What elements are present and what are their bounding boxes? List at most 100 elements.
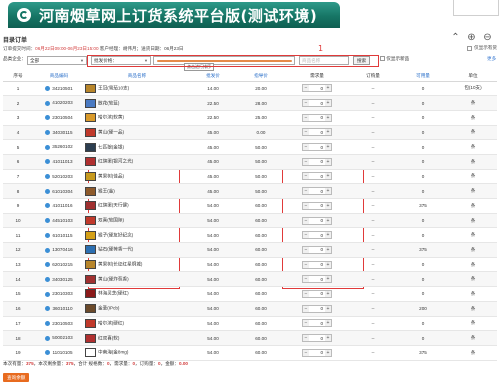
product-thumbnail-icon[interactable] [85,157,96,167]
table-row[interactable]: 7 52010203 黄果树(佳品) 45.00 50.00−0 + -- 0 条 [3,169,497,185]
row-name[interactable]: 金圣(IPcb) [85,301,189,317]
plus-icon[interactable]: + [325,349,331,356]
product-thumbnail-icon[interactable] [85,289,96,299]
quantity-stepper[interactable]: −0 + [302,304,332,313]
row-name[interactable]: 哈尔滨(软黄) [85,110,189,126]
table-row[interactable]: 4 34030115 黄山(硬一品) 45.00 0.00−0 + -- 0 条 [3,125,497,141]
quantity-value[interactable]: 0 [309,159,325,164]
plus-icon[interactable]: + [325,217,331,224]
quantity-value[interactable]: 0 [309,203,325,208]
row-name[interactable]: 黄山(硬炸苞香) [85,271,189,288]
col-header-available[interactable]: 可用量 [397,72,449,82]
row-name-text[interactable]: 双喜(软国际) [98,218,124,223]
row-name[interactable]: 七匹狼(金银) [85,139,189,155]
row-name[interactable]: 黄果树(长征红星炯城) [85,257,189,273]
plus-icon[interactable]: + [325,173,331,180]
row-name[interactable]: 双喜(软国际) [85,213,189,229]
col-header-price[interactable]: 批发价 [189,72,237,82]
quantity-stepper[interactable]: −0 + [302,113,332,122]
plus-icon[interactable]: + [325,276,331,283]
table-row[interactable]: 13 62010215 黄果树(长征红星炯城) 54.00 60.00−0 + -- 0 条 [3,257,497,273]
col-header-no[interactable]: 序号 [3,72,33,82]
col-header-order[interactable]: 订购量 [349,72,397,82]
plus-icon[interactable]: + [325,114,331,121]
row-name-text[interactable]: 林海灵芝(硬红) [98,291,129,296]
product-thumbnail-icon[interactable] [85,304,96,314]
table-row[interactable]: 19 11010105 中南海(金8mg) 54.00 60.00 −0 + -- 375 条 [3,345,497,361]
quantity-value[interactable]: 0 [309,145,325,150]
table-row[interactable]: 17 23010503 哈尔滨(硬红) 54.00 60.00−0 + -- 0 条 [3,316,497,332]
plus-icon[interactable]: + [325,305,331,312]
quantity-value[interactable]: 0 [309,277,325,282]
product-thumbnail-icon[interactable] [85,142,96,152]
product-thumbnail-icon[interactable] [85,171,96,181]
category-select[interactable]: 全部 ▼ [27,56,87,65]
table-row[interactable]: 18 50002103 红双喜(软) 54.00 60.00−0 + -- 0 条 [3,330,497,346]
quantity-stepper[interactable]: −0 + [302,187,332,196]
table-row[interactable]: 8 61010304 猴王(金) 45.00 50.00−0 + -- 0 条 [3,183,497,199]
plus-icon[interactable]: + [325,85,331,92]
row-name-text[interactable]: 黄山(硬一品) [98,130,124,135]
row-name-text[interactable]: 钻石(硬荷香一代) [98,247,133,252]
table-row[interactable]: 9 41011016 红旗渠(天行健) 54.00 60.00 −0 + -- 375 条 [3,198,497,214]
row-name-text[interactable]: 金圣(IPcb) [98,306,119,311]
row-name-text[interactable]: 红旗渠(银河之光) [98,159,133,164]
row-name-text[interactable]: 王冠(雪茄10支) [98,86,129,91]
table-row[interactable]: 10 44510103 双喜(软国际) 54.00 60.00−0 + -- 0 条 [3,213,497,229]
quantity-stepper[interactable]: −0 + [302,84,332,93]
table-row[interactable]: 1 34210501 王冠(雪茄10支) 14.00 20.00−0 + -- 0 包(10支) [3,81,497,97]
more-link[interactable]: 更多 [487,56,496,62]
show-available-toggle[interactable]: 仅显示有货 [467,45,497,51]
row-name[interactable]: 哈尔滨(硬红) [85,316,189,332]
product-thumbnail-icon[interactable] [85,230,96,240]
query-balance-button[interactable]: 查询余额 [3,373,30,382]
row-name[interactable]: 猴王(金) [85,183,189,199]
zoom-in-icon[interactable]: ⊕ [466,32,477,43]
quantity-value[interactable]: 0 [309,130,325,135]
product-thumbnail-icon[interactable] [85,201,96,211]
quantity-stepper[interactable]: −0 + [302,334,332,343]
quantity-value[interactable]: 0 [309,350,325,355]
plus-icon[interactable]: + [325,246,331,253]
show-available-checkbox[interactable] [467,45,473,51]
table-row[interactable]: 11 61010115 猴子(硬友好纪念) 54.00 60.00−0 + -- 0 条 [3,227,497,244]
row-name-text[interactable]: 黄果树(佳品) [98,174,124,179]
row-name[interactable]: 散花(软蓝) [85,95,189,111]
product-thumbnail-icon[interactable] [85,260,96,270]
quantity-value[interactable]: 0 [309,86,325,91]
col-header-name[interactable]: 商品名称 [85,72,189,82]
row-name[interactable]: 红旗渠(银河之光) [85,154,189,170]
quantity-stepper[interactable]: −0 + [302,319,332,328]
row-name-text[interactable]: 猴子(硬友好纪念) [98,232,133,237]
quantity-value[interactable]: 0 [309,321,325,326]
quantity-stepper[interactable]: −0 + [302,201,332,210]
quantity-stepper[interactable]: −0 + [302,348,332,357]
col-header-unit[interactable]: 单位 [449,72,497,82]
product-thumbnail-icon[interactable] [85,113,96,123]
table-row[interactable]: 6 41011013 红旗渠(银河之光) 45.00 50.00−0 + -- 0 条 [3,154,497,170]
table-row[interactable]: 3 23010504 哈尔滨(软黄) 22.50 25.00−0 + -- 0 条 [3,110,497,126]
table-row[interactable]: 14 34030125 黄山(硬炸苞香) 54.00 60.00−0 + -- 0 条 [3,271,497,288]
row-name-text[interactable]: 黄果树(长征红星炯城) [98,262,142,267]
table-row[interactable]: 5 35260102 七匹狼(金银) 45.00 50.00−0 + -- 0 条 [3,139,497,155]
quantity-stepper[interactable]: −0 + [302,157,332,166]
product-thumbnail-icon[interactable] [85,127,96,137]
new-only-toggle[interactable]: 仅显示新品 [380,56,409,62]
col-header-code[interactable]: 商品编码 [33,72,85,82]
product-thumbnail-icon[interactable] [85,274,96,284]
plus-icon[interactable]: + [325,320,331,327]
collapse-up-icon[interactable]: ⌃ [450,32,461,43]
quantity-stepper[interactable]: −0 + [302,260,332,269]
quantity-stepper[interactable]: −0 + [302,245,332,254]
product-thumbnail-icon[interactable] [85,98,96,108]
row-name[interactable]: 黄果树(佳品) [85,169,189,185]
quantity-value[interactable]: 0 [309,247,325,252]
row-name[interactable]: 钻石(硬荷香一代) [85,242,189,258]
row-name[interactable]: 王冠(雪茄10支) [85,81,189,97]
quantity-value[interactable]: 0 [309,189,325,194]
plus-icon[interactable]: + [325,188,331,195]
plus-icon[interactable]: + [325,335,331,342]
zoom-out-icon[interactable]: ⊖ [482,32,493,43]
plus-icon[interactable]: + [325,232,331,239]
quantity-stepper[interactable]: −0 + [302,99,332,108]
